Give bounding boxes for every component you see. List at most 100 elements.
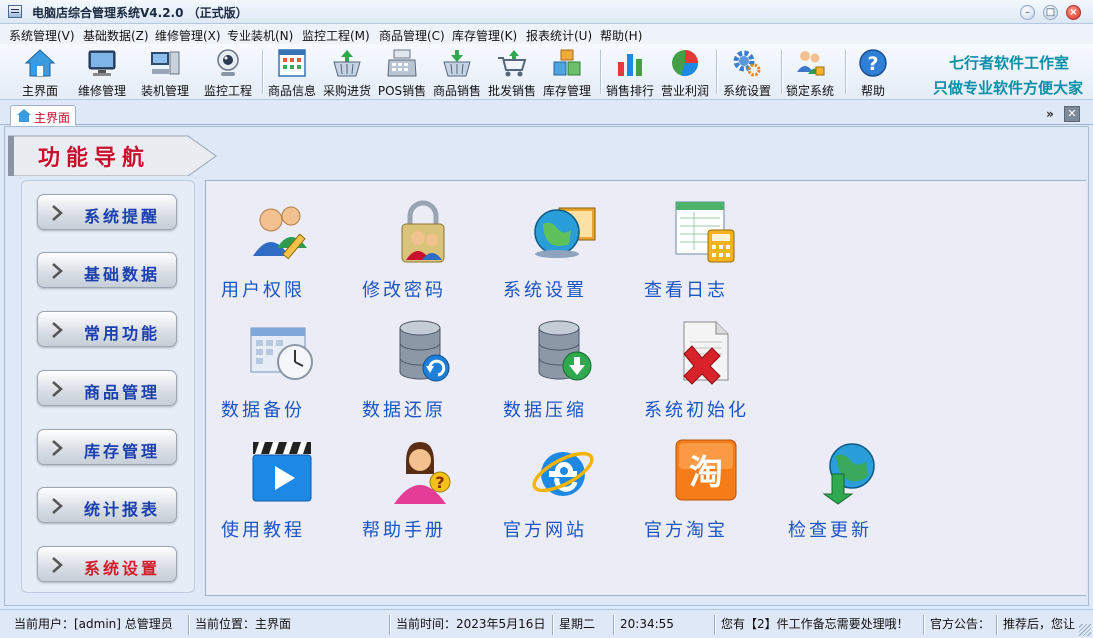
func-view-logs[interactable]: 查看日志 bbox=[644, 196, 772, 306]
status-user: 当前用户：[admin] 总管理员 bbox=[14, 617, 173, 631]
toolbar-settings-button[interactable]: 系统设置 bbox=[714, 46, 780, 98]
toolbar-assembly-button[interactable]: 装机管理 bbox=[132, 46, 198, 98]
chevron-right-icon bbox=[52, 322, 63, 338]
tab-close-button[interactable]: ✕ bbox=[1064, 106, 1080, 122]
toolbar-lock-button[interactable]: 锁定系统 bbox=[777, 46, 843, 98]
menu-assembly[interactable]: 专业装机(N) bbox=[227, 27, 293, 44]
svg-text:?: ? bbox=[435, 473, 444, 492]
menu-inventory[interactable]: 库存管理(K) bbox=[452, 27, 517, 44]
sidebar: 系统提醒 基础数据 常用功能 商品管理 库存管理 统计报表 系统设置 bbox=[21, 180, 195, 593]
func-label: 数据还原 bbox=[362, 400, 446, 421]
chevron-right-icon bbox=[52, 263, 63, 279]
toolbar-help-button[interactable]: ? 帮助 bbox=[840, 46, 906, 98]
chevron-right-icon bbox=[52, 440, 63, 456]
menu-basic-data[interactable]: 基础数据(Z) bbox=[83, 27, 149, 44]
bar-chart-icon bbox=[618, 54, 642, 76]
basket-out-icon bbox=[443, 50, 471, 77]
status-location: 当前位置：主界面 bbox=[188, 615, 388, 635]
menu-repair[interactable]: 维修管理(X) bbox=[155, 27, 221, 44]
brand-line-1: 七行者软件工作室 bbox=[948, 54, 1069, 72]
brand-line-2: 只做专业软件方便大家 bbox=[932, 79, 1083, 97]
taobao-icon: 淘 bbox=[675, 439, 737, 501]
computer-icon bbox=[151, 51, 180, 75]
menu-system[interactable]: 系统管理(V) bbox=[9, 27, 75, 44]
internet-explorer-icon bbox=[532, 451, 594, 496]
func-label: 数据备份 bbox=[221, 400, 305, 421]
nav-title: 功能导航 bbox=[38, 145, 151, 171]
toolbar-repair-button[interactable]: 维修管理 bbox=[69, 46, 135, 98]
home-icon bbox=[24, 49, 56, 77]
chevron-right-icon bbox=[52, 381, 63, 397]
log-calculator-icon bbox=[675, 201, 735, 263]
status-notice-label: 官方公告： bbox=[923, 615, 995, 635]
toolbar-home-button[interactable]: 主界面 bbox=[7, 46, 73, 98]
func-label: 数据压缩 bbox=[503, 400, 587, 421]
func-data-backup[interactable]: 数据备份 bbox=[221, 316, 349, 426]
nav-label: 系统提醒 bbox=[84, 207, 161, 226]
func-tutorial[interactable]: 使用教程 bbox=[221, 436, 349, 546]
toolbar-label: 帮助 bbox=[860, 84, 885, 98]
func-label: 修改密码 bbox=[362, 280, 446, 301]
toolbar-label: 锁定系统 bbox=[785, 84, 834, 98]
help-person-icon: ? bbox=[394, 442, 451, 504]
close-window-button[interactable]: × bbox=[1066, 5, 1081, 20]
document-delete-icon bbox=[683, 321, 729, 385]
menu-monitoring[interactable]: 监控工程(M) bbox=[302, 27, 370, 44]
func-data-compress[interactable]: 数据压缩 bbox=[503, 316, 631, 426]
function-panel: 用户权限 修改密码 系统设置 查看日志 数据备份 数据还原 数据压缩 系统初始化… bbox=[205, 180, 1086, 596]
func-data-restore[interactable]: 数据还原 bbox=[362, 316, 490, 426]
gear-icon bbox=[733, 50, 761, 77]
toolbar: 主界面 维修管理 装机管理 监控工程 商品信息 采购进货 POS销售 商品销售 … bbox=[0, 44, 1093, 100]
func-official-taobao[interactable]: 淘 官方淘宝 bbox=[644, 436, 772, 546]
globe-monitor-icon bbox=[534, 207, 596, 258]
func-system-settings[interactable]: 系统设置 bbox=[503, 196, 631, 306]
toolbar-label: 维修管理 bbox=[77, 84, 126, 98]
toolbar-profit-button[interactable]: 营业利润 bbox=[652, 46, 718, 98]
minimize-icon: – bbox=[1025, 7, 1030, 18]
resize-grip[interactable] bbox=[1079, 624, 1091, 636]
func-label: 使用教程 bbox=[221, 520, 305, 541]
func-help-manual[interactable]: ? 帮助手册 bbox=[362, 436, 490, 546]
menu-reports[interactable]: 报表统计(U) bbox=[526, 27, 592, 44]
users-edit-icon bbox=[253, 206, 307, 260]
func-check-update[interactable]: 检查更新 bbox=[788, 436, 916, 546]
status-todo[interactable]: 您有【2】件工作备忘需要处理哦！ bbox=[714, 615, 922, 635]
func-label: 检查更新 bbox=[788, 520, 872, 541]
webcam-icon bbox=[217, 49, 239, 76]
nav-goods-management[interactable]: 商品管理 bbox=[37, 370, 177, 406]
toolbar-monitoring-button[interactable]: 监控工程 bbox=[195, 46, 261, 98]
title-bar: 电脑店综合管理系统V4.2.0 （正式版） – □ × bbox=[0, 0, 1093, 24]
func-label: 帮助手册 bbox=[362, 520, 446, 541]
window-title: 电脑店综合管理系统V4.2.0 （正式版） bbox=[32, 6, 248, 20]
chevron-right-icon bbox=[52, 205, 63, 221]
database-compress-icon bbox=[538, 320, 592, 381]
nav-label: 统计报表 bbox=[84, 500, 161, 519]
status-weekday: 星期二 bbox=[552, 615, 612, 635]
tab-list-button[interactable]: » bbox=[1042, 106, 1058, 122]
nav-system-settings[interactable]: 系统设置 bbox=[37, 546, 177, 582]
maximize-button[interactable]: □ bbox=[1043, 5, 1058, 20]
app-icon bbox=[8, 5, 22, 18]
func-label: 官方淘宝 bbox=[644, 520, 728, 541]
pie-chart-icon bbox=[672, 50, 699, 77]
status-notice-text[interactable]: 推荐后，您让 bbox=[996, 615, 1080, 635]
nav-label: 常用功能 bbox=[84, 324, 161, 343]
nav-inventory-management[interactable]: 库存管理 bbox=[37, 429, 177, 465]
nav-system-reminder[interactable]: 系统提醒 bbox=[37, 194, 177, 230]
toolbar-inventory-button[interactable]: 库存管理 bbox=[534, 46, 600, 98]
func-system-init[interactable]: 系统初始化 bbox=[644, 316, 772, 426]
close-icon: × bbox=[1069, 7, 1078, 18]
status-time: 20:34:55 bbox=[613, 615, 713, 635]
grid-calendar-icon bbox=[278, 49, 306, 77]
func-official-website[interactable]: 官方网站 bbox=[503, 436, 631, 546]
func-change-password[interactable]: 修改密码 bbox=[362, 196, 490, 306]
tab-home[interactable]: 主界面 bbox=[10, 105, 76, 126]
menu-goods[interactable]: 商品管理(C) bbox=[379, 27, 445, 44]
menu-help[interactable]: 帮助(H) bbox=[600, 27, 642, 44]
nav-basic-data[interactable]: 基础数据 bbox=[37, 252, 177, 288]
minimize-button[interactable]: – bbox=[1020, 5, 1035, 20]
nav-statistics-reports[interactable]: 统计报表 bbox=[37, 487, 177, 523]
nav-common-functions[interactable]: 常用功能 bbox=[37, 311, 177, 347]
func-user-permissions[interactable]: 用户权限 bbox=[221, 196, 349, 306]
nav-label: 库存管理 bbox=[84, 442, 161, 461]
